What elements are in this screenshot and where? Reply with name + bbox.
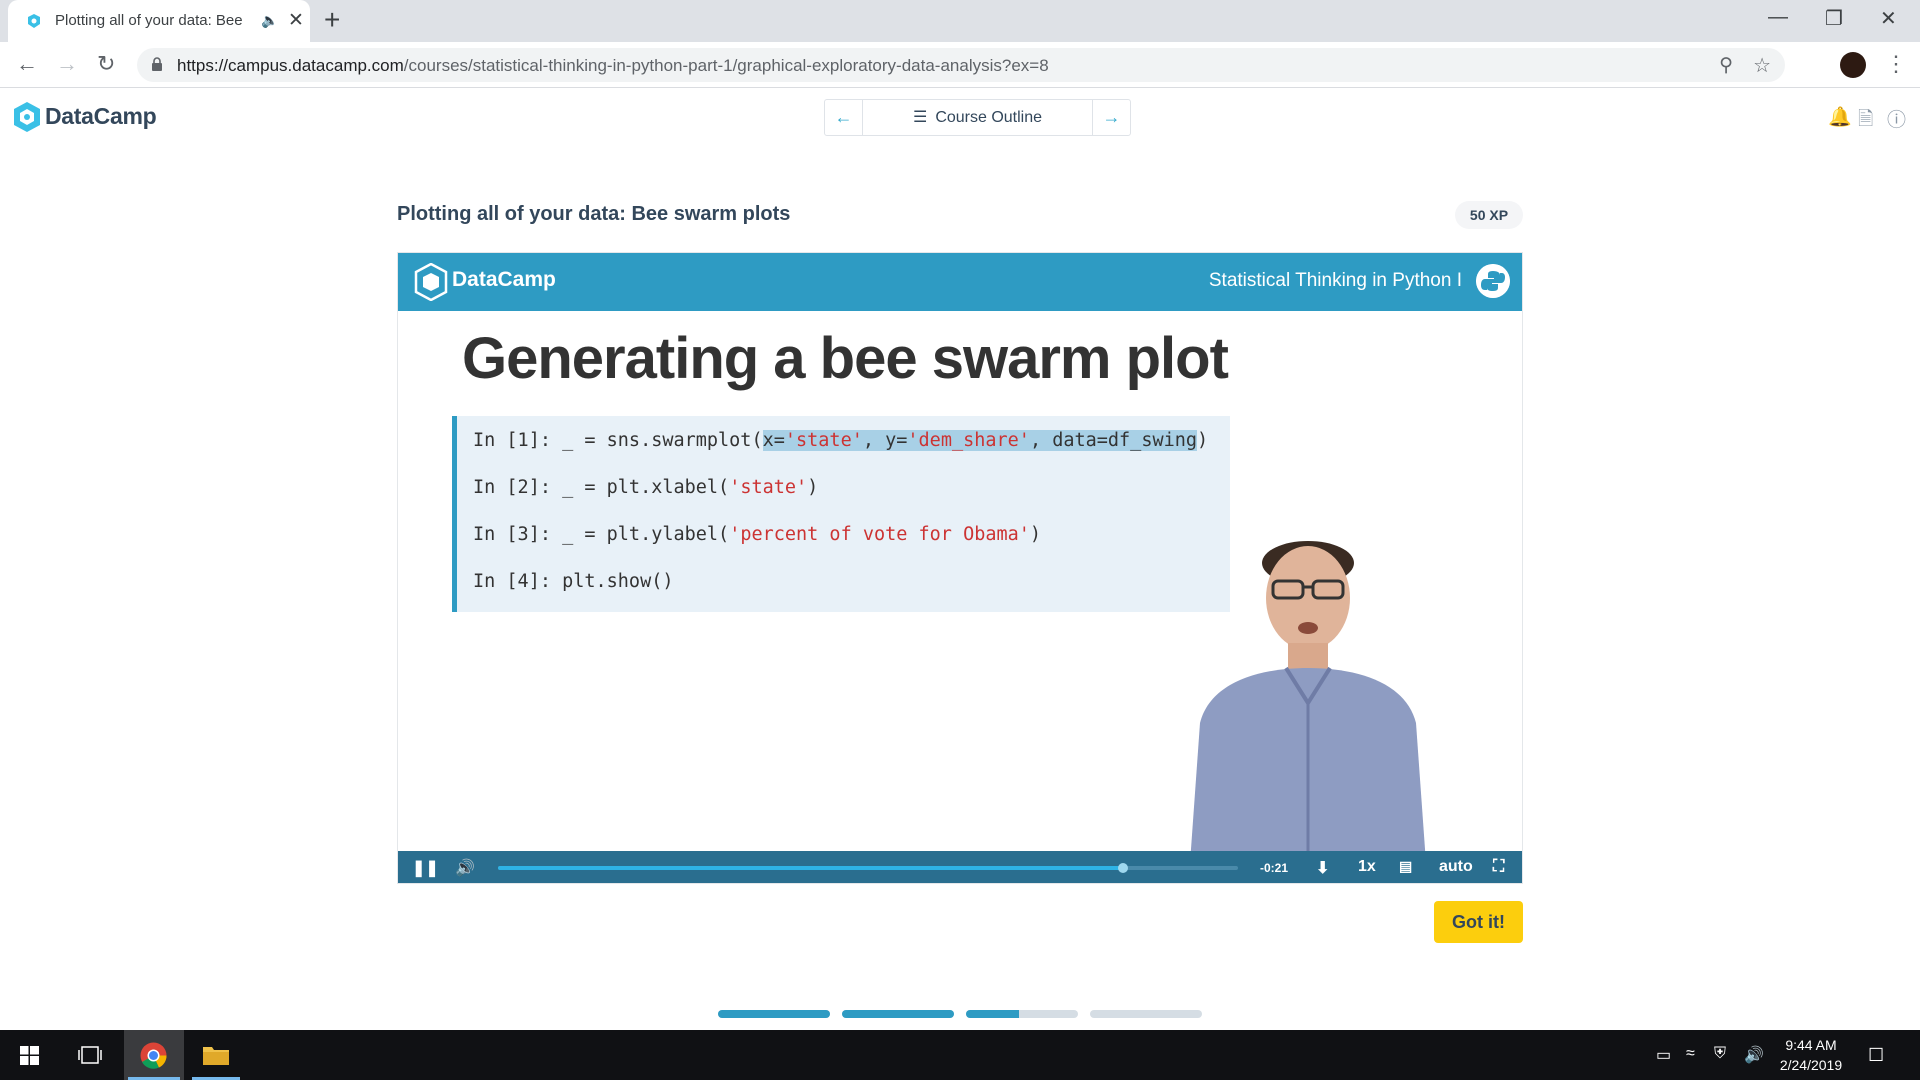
course-outline-nav: ← ☰ Course Outline → (824, 99, 1131, 136)
video-progress-fill (498, 866, 1124, 870)
slide-header-bar: DataCamp Statistical Thinking in Python … (398, 253, 1522, 311)
captions-icon[interactable]: ▤ (1399, 858, 1412, 875)
code-line: In [2]: _ = plt.xlabel('state') (473, 477, 819, 498)
reload-icon[interactable]: ↻ (97, 51, 115, 77)
tab-title: Plotting all of your data: Bee (55, 12, 243, 29)
lock-icon (152, 57, 162, 71)
got-it-button[interactable]: Got it! (1434, 901, 1523, 943)
video-controls: ❚❚ 🔊 -0:21 ⬇ 1x ▤ auto ⛶ (398, 851, 1522, 883)
url-text[interactable]: https://campus.datacamp.com/courses/stat… (177, 56, 1049, 76)
python-logo-icon (1476, 264, 1510, 298)
datacamp-header: DataCamp ← ☰ Course Outline → 🔔 🗎 ⓘ (0, 89, 1920, 145)
system-clock[interactable]: 9:44 AM 2/24/2019 (1776, 1035, 1846, 1075)
presenter-video-image (1188, 541, 1428, 883)
browser-tab[interactable]: Plotting all of your data: Bee 🔈 ✕ (8, 0, 310, 42)
restore-icon[interactable]: ❐ (1825, 6, 1843, 31)
next-exercise-arrow-icon[interactable]: → (1092, 100, 1130, 135)
speaker-icon[interactable]: 🔊 (1744, 1045, 1764, 1065)
code-line: In [3]: _ = plt.ylabel('percent of vote … (473, 524, 1042, 545)
profile-avatar[interactable] (1840, 52, 1866, 78)
progress-step[interactable] (1090, 1010, 1202, 1018)
taskbar-file-explorer[interactable] (188, 1030, 244, 1080)
url-path: /courses/statistical-thinking-in-python-… (403, 56, 1049, 75)
slide-heading: Generating a bee swarm plot (462, 326, 1229, 391)
tab-close-icon[interactable]: ✕ (288, 9, 304, 32)
browser-tabstrip: Plotting all of your data: Bee 🔈 ✕ + — ❐… (0, 0, 1920, 42)
exercise-progress-steps (718, 1010, 1204, 1019)
browser-menu-icon[interactable]: ⋮ (1885, 51, 1907, 77)
browser-toolbar: ← → ↻ https://campus.datacamp.com/course… (0, 42, 1920, 88)
clock-date: 2/24/2019 (1779, 1057, 1843, 1073)
chrome-icon (140, 1042, 167, 1069)
datacamp-brand[interactable]: DataCamp (45, 103, 157, 130)
windows-taskbar: ▭ ≈ ⛨ 🔊 9:44 AM 2/24/2019 ☐ (0, 1030, 1920, 1080)
bookmark-star-icon[interactable]: ☆ (1753, 53, 1771, 78)
video-player[interactable]: DataCamp Statistical Thinking in Python … (397, 252, 1523, 884)
slide-course-name: Statistical Thinking in Python I (1208, 270, 1462, 291)
time-remaining: -0:21 (1260, 861, 1289, 875)
video-progress-bar[interactable] (498, 863, 1238, 873)
report-issue-icon[interactable]: ⓘ (1887, 105, 1906, 132)
pause-icon[interactable]: ❚❚ (412, 858, 439, 878)
notification-bell-icon[interactable]: 🔔 (1828, 105, 1852, 129)
new-tab-icon[interactable]: + (324, 4, 340, 36)
course-outline-label: Course Outline (935, 109, 1043, 126)
xp-badge: 50 XP (1455, 201, 1523, 229)
download-icon[interactable]: ⬇ (1316, 858, 1329, 878)
url-host: https://campus.datacamp.com (177, 56, 404, 75)
wifi-icon[interactable]: ≈ (1686, 1045, 1695, 1063)
start-button[interactable] (0, 1030, 58, 1080)
minimize-icon[interactable]: — (1768, 6, 1788, 29)
tab-audio-icon[interactable]: 🔈 (261, 12, 278, 29)
slide-brand: DataCamp (452, 268, 556, 291)
fullscreen-icon[interactable]: ⛶ (1493, 858, 1504, 876)
volume-icon[interactable]: 🔊 (455, 858, 475, 878)
back-icon[interactable]: ← (16, 51, 38, 77)
clock-time: 9:44 AM (1785, 1037, 1837, 1053)
forward-icon[interactable]: → (56, 51, 78, 77)
code-block: In [1]: _ = sns.swarmplot(x='state', y='… (452, 416, 1230, 612)
pdf-slides-icon[interactable]: 🗎 (1858, 105, 1873, 137)
course-outline-button[interactable]: ☰ Course Outline (863, 100, 1092, 135)
windows-logo-icon (20, 1046, 39, 1065)
code-line: In [4]: plt.show() (473, 571, 674, 592)
progress-step[interactable] (966, 1010, 1078, 1018)
quality-selector[interactable]: auto (1439, 858, 1473, 876)
slide-datacamp-logo-icon (414, 263, 448, 301)
datacamp-logo-icon[interactable] (12, 101, 42, 133)
hamburger-icon: ☰ (912, 109, 928, 126)
zoom-icon[interactable]: ⚲ (1719, 54, 1733, 77)
action-center-icon[interactable]: ☐ (1868, 1045, 1884, 1066)
window-close-icon[interactable]: ✕ (1880, 6, 1897, 31)
progress-step[interactable] (718, 1010, 830, 1018)
previous-exercise-arrow-icon[interactable]: ← (825, 100, 863, 135)
battery-icon[interactable]: ▭ (1656, 1045, 1671, 1065)
playback-speed[interactable]: 1x (1358, 858, 1376, 876)
task-view-button[interactable] (62, 1030, 118, 1080)
taskbar-chrome[interactable] (124, 1030, 184, 1080)
datacamp-favicon-icon (28, 14, 40, 28)
security-shield-icon[interactable]: ⛨ (1714, 1045, 1726, 1063)
code-line: In [1]: _ = sns.swarmplot(x='state', y='… (473, 430, 1209, 451)
progress-step[interactable] (842, 1010, 954, 1018)
folder-icon (203, 1047, 229, 1065)
video-progress-knob[interactable] (1118, 863, 1129, 873)
address-bar[interactable]: https://campus.datacamp.com/courses/stat… (137, 48, 1785, 82)
exercise-title: Plotting all of your data: Bee swarm plo… (397, 203, 791, 225)
task-view-icon (78, 1046, 102, 1064)
